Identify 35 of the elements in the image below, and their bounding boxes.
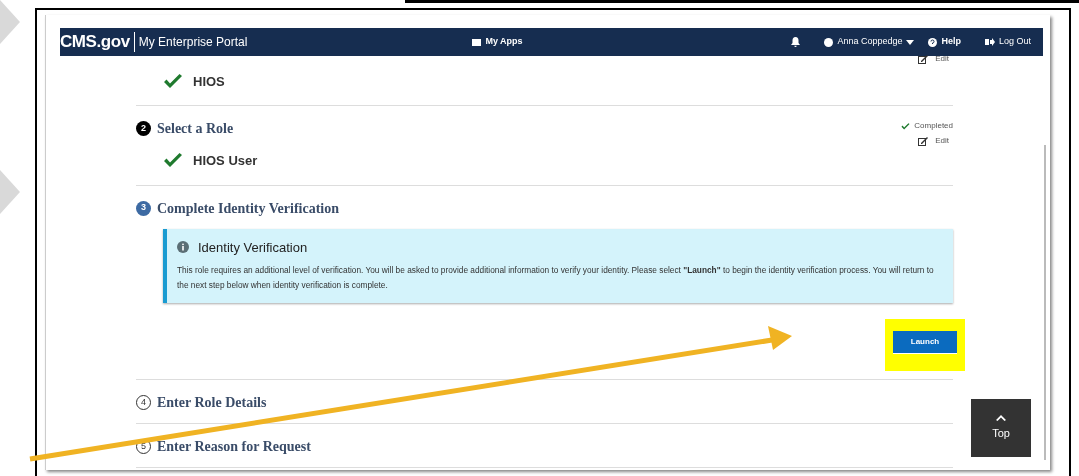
info-icon — [177, 241, 189, 254]
edit-icon — [918, 136, 929, 146]
edit-icon — [918, 54, 929, 64]
check-icon — [163, 153, 183, 169]
step-title: Complete Identity Verification — [157, 199, 339, 218]
step-number: 3 — [136, 200, 151, 216]
user-menu[interactable]: Anna Coppedge — [824, 35, 915, 49]
chevron-up-icon — [996, 414, 1006, 421]
selection-label: HIOS User — [193, 152, 258, 170]
log-out-icon — [984, 38, 995, 46]
scrollbar[interactable] — [1044, 145, 1046, 460]
alert-message: This role requires an additional level of verification. You will be asked to provide additional information to verify your identity. Please select "Launch" to begin the identity verification process. You will return to the next step below when identity verification is complete. — [177, 264, 935, 292]
step-title: Select a Role — [157, 120, 234, 138]
bell-icon[interactable] — [791, 37, 801, 47]
step-title: Enter Role Details — [157, 394, 267, 412]
help-link[interactable]: Help — [928, 35, 961, 49]
help-icon — [928, 37, 938, 47]
my-apps-link[interactable]: My Apps — [472, 35, 523, 49]
edit-link[interactable]: Edit — [918, 53, 949, 65]
user-icon — [824, 37, 834, 47]
check-icon — [163, 74, 183, 89]
selection-label: HIOS — [193, 72, 225, 91]
grid-icon — [472, 38, 482, 46]
launch-button[interactable]: Launch — [893, 331, 957, 353]
check-icon — [901, 122, 911, 130]
top-button[interactable]: Top — [971, 399, 1031, 457]
caret-icon — [906, 39, 915, 45]
alert-title: Identity Verification — [198, 238, 308, 257]
log-out-link[interactable]: Log Out — [984, 35, 1031, 49]
edit-link[interactable]: Edit — [918, 135, 949, 147]
brand-logo[interactable]: CMS.gov — [60, 32, 135, 52]
step-number: 2 — [136, 121, 151, 136]
completed-status: Completed — [901, 120, 953, 132]
step-title: Enter Reason for Request — [157, 438, 311, 456]
portal-title: My Enterprise Portal — [137, 34, 248, 51]
